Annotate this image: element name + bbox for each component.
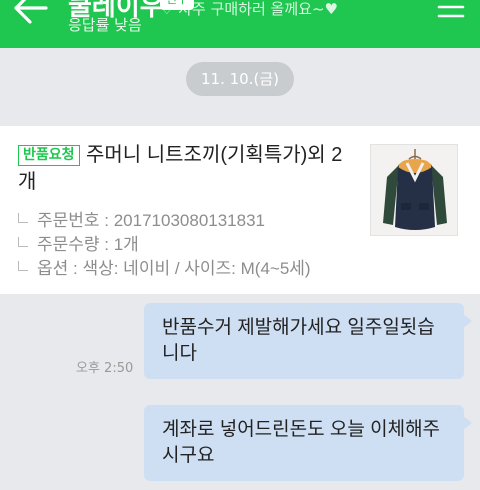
menu-button[interactable] [436, 0, 466, 22]
return-request-tag: 반품요청 [18, 145, 80, 166]
order-number: 주문번호 : 2017103080131831 [37, 211, 266, 230]
order-card[interactable]: 주머니 니트조끼(기획특가)외 2개 반품요청 주문번호 : 201710308… [0, 126, 480, 294]
order-option-row: 옵션 : 색상: 네이비 / 사이즈: M(4~5세) [18, 254, 311, 279]
back-arrow-icon [14, 0, 48, 24]
product-thumbnail[interactable] [370, 144, 458, 236]
hamburger-menu-icon [437, 5, 465, 18]
friend-badge: 친구 [160, 0, 195, 10]
bubble-tail [462, 313, 472, 329]
order-number-row: 주문번호 : 2017103080131831 [18, 206, 265, 231]
header-bar: 쿨레이우 ♡ 자주 구매하러 올께요~♥ 친구 응답률 낮음 [0, 0, 480, 48]
tree-branch-icon [18, 213, 28, 223]
order-quantity: 주문수량 : 1개 [37, 235, 139, 254]
chat-bubble[interactable]: 반품수거 제발해가세요 일주일됫습니다 [144, 303, 472, 379]
tree-branch-icon [18, 237, 28, 247]
back-button[interactable] [8, 0, 52, 30]
message-text: 계좌로 넣어드린돈도 오늘 이체해주시구요 [162, 419, 441, 466]
order-quantity-row: 주문수량 : 1개 [18, 230, 139, 255]
vest-product-image [371, 145, 457, 235]
bubble-tail [462, 415, 472, 431]
date-separator: 11. 10.(금) [186, 62, 294, 96]
message-text: 반품수거 제발해가세요 일주일됫습니다 [162, 317, 435, 364]
order-option: 옵션 : 색상: 네이비 / 사이즈: M(4~5세) [37, 259, 311, 278]
response-rate: 응답률 낮음 [68, 16, 142, 34]
chat-bubble[interactable]: 계좌로 넣어드린돈도 오늘 이체해주시구요 [144, 405, 472, 481]
tree-branch-icon [18, 261, 28, 271]
message-time: 오후 2:50 [76, 361, 134, 376]
